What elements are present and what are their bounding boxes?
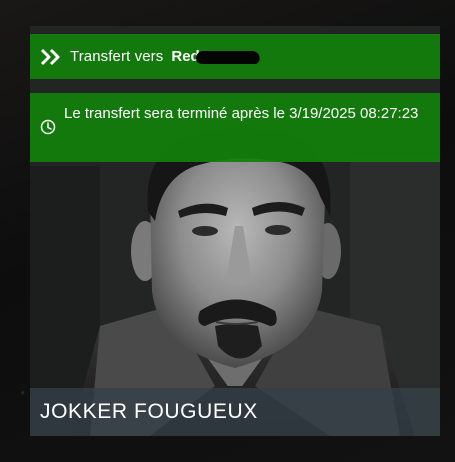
transfer-banner[interactable]: Transfert vers Red: [30, 34, 440, 79]
clock-icon: [40, 119, 56, 135]
character-portrait: [30, 26, 440, 436]
redaction-mark: [194, 50, 262, 64]
transfer-timer-banner: Le transfert sera terminé après le 3/19/…: [30, 93, 440, 162]
character-name-bar: JOKKER FOUGUEUX: [30, 388, 440, 436]
transfer-completion-text: Le transfert sera terminé après le 3/19/…: [64, 105, 419, 122]
transfer-label: Transfert vers: [70, 48, 164, 65]
screen-background: Transfert vers Red Le transfert sera ter…: [0, 0, 455, 462]
transfer-target: Red: [171, 48, 262, 65]
character-card[interactable]: Transfert vers Red Le transfert sera ter…: [30, 26, 440, 436]
character-name: JOKKER FOUGUEUX: [40, 400, 258, 423]
double-chevron-right-icon: [40, 48, 60, 65]
